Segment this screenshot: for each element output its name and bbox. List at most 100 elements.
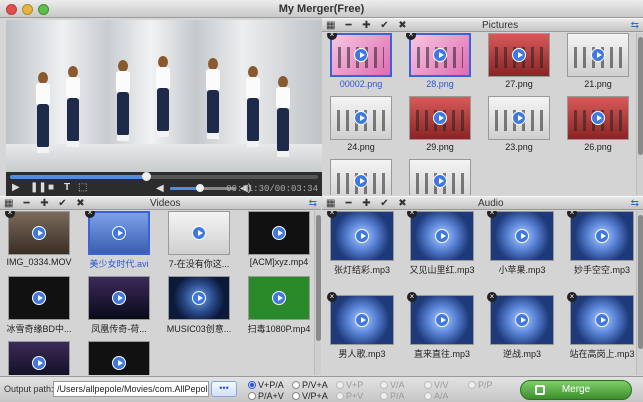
play-icon[interactable]	[32, 226, 46, 240]
play-icon[interactable]	[272, 226, 286, 240]
close-icon[interactable]: ✖	[76, 198, 85, 210]
video-item[interactable]: 凤凰传奇-荷...	[88, 276, 150, 334]
volume-knob[interactable]	[195, 184, 204, 192]
add-icon[interactable]: ✚	[362, 198, 371, 210]
video-item[interactable]: 7-在没有你这...	[168, 211, 230, 269]
play-icon[interactable]	[354, 48, 368, 62]
play-icon[interactable]	[515, 229, 529, 243]
play-icon[interactable]	[433, 111, 447, 125]
video-item[interactable]	[88, 341, 150, 375]
remove-icon[interactable]: ×	[487, 292, 497, 302]
play-icon[interactable]	[591, 48, 605, 62]
picture-item[interactable]: 26.png	[567, 96, 629, 154]
remove-icon[interactable]: ×	[407, 292, 417, 302]
video-item[interactable]: 冰雪奇缘BD中...	[6, 276, 72, 334]
close-icon[interactable]: ✖	[398, 20, 407, 32]
picture-item[interactable]	[330, 159, 392, 195]
sort-icon[interactable]: ⇆	[631, 198, 639, 209]
picture-item[interactable]: 21.png	[567, 33, 629, 91]
minus-icon[interactable]: ━	[344, 198, 353, 210]
pictures-scroll-thumb[interactable]	[638, 37, 643, 155]
play-icon[interactable]	[112, 226, 126, 240]
close-icon[interactable]: ✖	[398, 198, 407, 210]
play-icon[interactable]	[192, 291, 206, 305]
grid-icon[interactable]: ▦	[326, 20, 335, 32]
audio-item[interactable]: × 又见山里红.mp3	[407, 211, 475, 275]
audio-item[interactable]: × 直来直往.mp3	[407, 292, 474, 359]
merge-mode-option[interactable]: V/P+A	[292, 391, 328, 401]
stop-icon[interactable]: ■	[48, 183, 54, 193]
text-icon[interactable]: T	[64, 183, 70, 193]
video-item[interactable]: [ACM]xyz.mp4	[248, 211, 310, 269]
remove-icon[interactable]: ×	[567, 292, 577, 302]
merge-mode-option[interactable]: P/V+A	[292, 380, 328, 390]
play-icon[interactable]	[192, 226, 206, 240]
audio-item[interactable]: × 男人歌.mp3	[327, 292, 394, 359]
play-icon[interactable]	[354, 111, 368, 125]
videos-scroll-thumb[interactable]	[316, 215, 321, 341]
play-icon[interactable]	[512, 111, 526, 125]
play-icon[interactable]	[433, 48, 447, 62]
merge-mode-option[interactable]: P/A+V	[248, 391, 284, 401]
video-item[interactable]: MUSIC03创意...	[167, 276, 231, 334]
play-icon[interactable]	[433, 174, 447, 188]
merge-mode-option[interactable]: V+P/A	[248, 380, 284, 390]
play-icon[interactable]	[591, 111, 605, 125]
picture-item[interactable]	[409, 159, 471, 195]
audio-scroll-thumb[interactable]	[638, 215, 643, 349]
sort-icon[interactable]: ⇆	[309, 198, 317, 209]
play-icon[interactable]	[272, 291, 286, 305]
crop-icon[interactable]: ⬚	[78, 183, 87, 193]
minus-icon[interactable]: ━	[344, 20, 353, 32]
audio-scrollbar[interactable]	[636, 211, 643, 375]
play-icon[interactable]	[32, 356, 46, 370]
check-icon[interactable]: ✔	[380, 20, 389, 32]
pictures-scrollbar[interactable]	[636, 33, 643, 195]
video-item[interactable]	[8, 341, 70, 375]
picture-item[interactable]: 24.png	[330, 96, 392, 154]
picture-item[interactable]: × 28.png	[406, 33, 471, 91]
play-icon[interactable]	[32, 291, 46, 305]
play-icon[interactable]	[354, 174, 368, 188]
minus-icon[interactable]: ━	[22, 198, 31, 210]
picture-item[interactable]: × 00002.png	[327, 33, 392, 91]
picture-item[interactable]: 23.png	[488, 96, 550, 154]
videos-scrollbar[interactable]	[314, 211, 321, 375]
play-icon[interactable]	[112, 291, 126, 305]
audio-item[interactable]: × 站在高岗上.mp3	[567, 292, 635, 359]
merge-button[interactable]: Merge	[520, 380, 632, 400]
video-item[interactable]: × IMG_0334.MOV	[5, 211, 72, 269]
picture-item[interactable]: 29.png	[409, 96, 471, 154]
browse-button[interactable]: •••	[211, 381, 237, 397]
output-path-field[interactable]: /Users/allpepole/Movies/com.AllPepole	[53, 381, 209, 397]
volume-low-icon[interactable]: ◀	[156, 184, 164, 194]
audio-item[interactable]: × 逆战.mp3	[487, 292, 554, 359]
audio-item[interactable]: × 妙手空空.mp3	[567, 211, 634, 275]
play-icon[interactable]: ▶	[12, 183, 20, 193]
picture-item[interactable]: 27.png	[488, 33, 550, 91]
grid-icon[interactable]: ▦	[326, 198, 335, 210]
check-icon[interactable]: ✔	[58, 198, 67, 210]
play-icon[interactable]	[512, 48, 526, 62]
add-icon[interactable]: ✚	[40, 198, 49, 210]
play-icon[interactable]	[435, 313, 449, 327]
video-item[interactable]: × 美少女时代.avi	[85, 211, 150, 269]
video-item[interactable]: 扫毒1080P.mp4	[248, 276, 310, 334]
check-icon[interactable]: ✔	[380, 198, 389, 210]
audio-item[interactable]: × 张灯结彩.mp3	[327, 211, 394, 275]
play-icon[interactable]	[112, 356, 126, 370]
playback-progress[interactable]	[10, 172, 318, 181]
pause-icon[interactable]: ❚❚	[30, 183, 47, 193]
grid-icon[interactable]: ▦	[4, 198, 13, 210]
video-preview[interactable]	[6, 20, 322, 172]
sort-icon[interactable]: ⇆	[631, 20, 639, 31]
playback-knob[interactable]	[141, 172, 151, 181]
remove-icon[interactable]: ×	[327, 292, 337, 302]
play-icon[interactable]	[435, 229, 449, 243]
audio-item[interactable]: × 小苹果.mp3	[487, 211, 554, 275]
play-icon[interactable]	[595, 229, 609, 243]
add-icon[interactable]: ✚	[362, 20, 371, 32]
play-icon[interactable]	[515, 313, 529, 327]
play-icon[interactable]	[355, 313, 369, 327]
play-icon[interactable]	[355, 229, 369, 243]
